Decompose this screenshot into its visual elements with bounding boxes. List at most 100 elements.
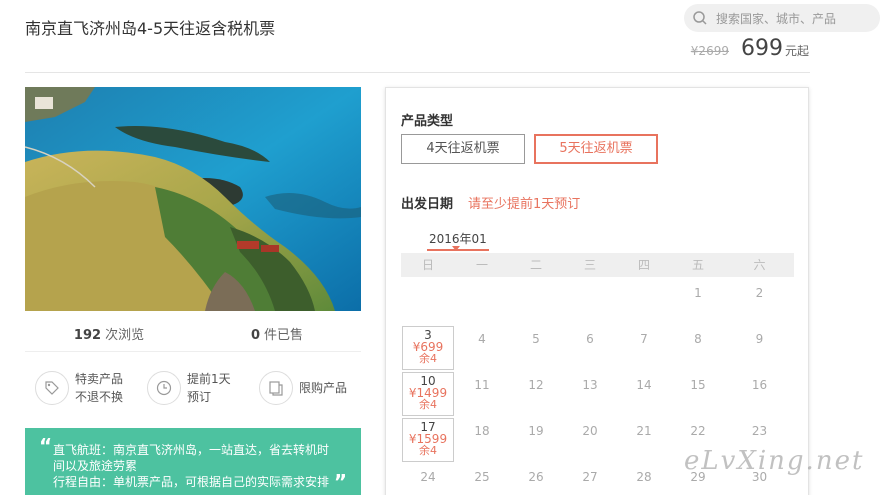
calendar-day-available[interactable]: 3 ¥699 余4 — [402, 326, 454, 370]
calendar-empty-cell — [509, 280, 563, 326]
calendar-day: 12 — [509, 372, 563, 418]
calendar-day: 7 — [617, 326, 671, 372]
day-number: 8 — [694, 332, 702, 346]
day-number: 23 — [751, 424, 768, 438]
views-stat: 192 次浏览 — [73, 328, 145, 343]
promo-line: 行程自由：单机票产品，可根据自己的实际需求安排 — [53, 475, 330, 489]
calendar-day: 6 — [563, 326, 617, 372]
day-number: 18 — [474, 424, 490, 438]
feature-limit: 限购产品 — [259, 370, 361, 406]
day-number: 28 — [636, 470, 652, 484]
calendar-day: 15 — [671, 372, 725, 418]
product-type-label: 产品类型 — [401, 114, 454, 129]
day-stock: 余4 — [419, 398, 437, 411]
calendar-day: 27 — [563, 464, 617, 495]
advance-notice: 请至少提前1天预订 — [468, 197, 581, 212]
calendar-empty-cell — [617, 280, 671, 326]
calendar-week: 12 — [401, 280, 794, 326]
jeju-coast-image — [25, 87, 361, 311]
feature-sale: 特卖产品 不退不换 — [35, 370, 137, 406]
open-quote: “ — [39, 434, 53, 458]
price-block: ¥2699 699 元起 — [691, 36, 809, 61]
day-number: 2 — [755, 286, 764, 300]
option-5-day[interactable]: 5天往返机票 — [534, 134, 658, 164]
weekday: 四 — [637, 258, 650, 272]
promo-line: 直飞航班：南京直飞济州岛，一站直达，省去转机时 — [53, 443, 330, 457]
weekday: 五 — [691, 258, 704, 272]
close-quote: ” — [333, 470, 347, 494]
current-price: 699 — [740, 36, 783, 61]
feature-list: 特卖产品 不退不换 提前1天 预订 限购产品 — [25, 370, 361, 406]
calendar-day: 13 — [563, 372, 617, 418]
calendar-day: 26 — [509, 464, 563, 495]
day-number: 5 — [532, 332, 540, 346]
day-number: 15 — [690, 378, 706, 392]
calendar-empty-cell — [563, 280, 617, 326]
day-number: 27 — [582, 470, 598, 484]
sold-stat: 0 件已售 — [250, 328, 304, 343]
calendar-day: 14 — [617, 372, 671, 418]
calendar-day: 8 — [671, 326, 725, 372]
option-4-day[interactable]: 4天往返机票 — [401, 134, 525, 164]
weekday: 六 — [753, 258, 766, 272]
day-number: 26 — [528, 470, 544, 484]
day-number: 21 — [636, 424, 652, 438]
calendar-day-available[interactable]: 17 ¥1599 余4 — [402, 418, 454, 462]
stats-bar: 192 次浏览 0 件已售 — [25, 320, 361, 352]
calendar-day-available[interactable]: 10 ¥1499 余4 — [402, 372, 454, 416]
weekday: 一 — [475, 258, 488, 272]
day-number: 16 — [751, 378, 768, 392]
day-number: 24 — [420, 470, 436, 484]
clock-icon — [147, 371, 181, 405]
day-number: 13 — [582, 378, 598, 392]
page-title: 南京直飞济州岛4-5天往返含税机票 — [25, 19, 276, 38]
day-stock: 余4 — [419, 352, 437, 365]
price-unit: 元起 — [784, 44, 809, 58]
calendar-day: 11 — [455, 372, 509, 418]
calendar-day: 4 — [455, 326, 509, 372]
search-icon — [693, 11, 707, 25]
departure-date-label: 出发日期 — [401, 197, 454, 212]
calendar-day: 25 — [455, 464, 509, 495]
day-number: 22 — [690, 424, 706, 438]
day-number: 14 — [636, 378, 652, 392]
product-photo[interactable] — [25, 87, 361, 311]
calendar-day: 5 — [509, 326, 563, 372]
feature-advance: 提前1天 预订 — [147, 370, 249, 406]
calendar-day: 9 — [725, 326, 794, 372]
calendar-day: 28 — [617, 464, 671, 495]
copy-icon — [259, 371, 293, 405]
promo-line: 间以及旅途劳累 — [53, 459, 138, 473]
search-box[interactable]: 搜索国家、城市、产品 — [684, 4, 880, 32]
original-price: ¥2699 — [690, 44, 729, 58]
day-stock: 余4 — [419, 444, 437, 457]
calendar-empty-cell — [455, 280, 509, 326]
tag-icon — [35, 371, 69, 405]
calendar-day: 24 — [401, 464, 455, 495]
calendar-week: 10 ¥1499 余4 11 12 13 14 15 16 — [401, 372, 794, 418]
month-caret-icon — [452, 246, 460, 251]
day-number: 9 — [755, 332, 764, 346]
calendar-day: 2 — [725, 280, 794, 326]
booking-panel: 产品类型 4天往返机票 5天往返机票 出发日期 请至少提前1天预订 2016年0… — [385, 87, 809, 495]
watermark: eLvXing.net — [684, 446, 865, 476]
calendar-day: 16 — [725, 372, 794, 418]
day-number: 20 — [582, 424, 598, 438]
day-number: 6 — [586, 332, 594, 346]
weekday: 日 — [421, 258, 434, 272]
day-number: 12 — [528, 378, 544, 392]
day-number: 4 — [478, 332, 486, 346]
calendar-day: 19 — [509, 418, 563, 464]
promo-box: “ 直飞航班：南京直飞济州岛，一站直达，省去转机时 间以及旅途劳累 行程自由：单… — [25, 428, 361, 495]
weekday: 二 — [529, 258, 542, 272]
calendar-day: 21 — [617, 418, 671, 464]
day-number: 25 — [474, 470, 490, 484]
day-number: 11 — [474, 378, 490, 392]
calendar-day: 1 — [671, 280, 725, 326]
search-input[interactable]: 搜索国家、城市、产品 — [716, 10, 836, 27]
calendar-week: 3 ¥699 余4 4 5 6 7 8 9 — [401, 326, 794, 372]
header-divider — [25, 72, 810, 73]
day-number: 19 — [528, 424, 544, 438]
day-number: 7 — [640, 332, 648, 346]
product-page: 南京直飞济州岛4-5天往返含税机票 搜索国家、城市、产品 ¥2699 699 元… — [0, 0, 889, 495]
